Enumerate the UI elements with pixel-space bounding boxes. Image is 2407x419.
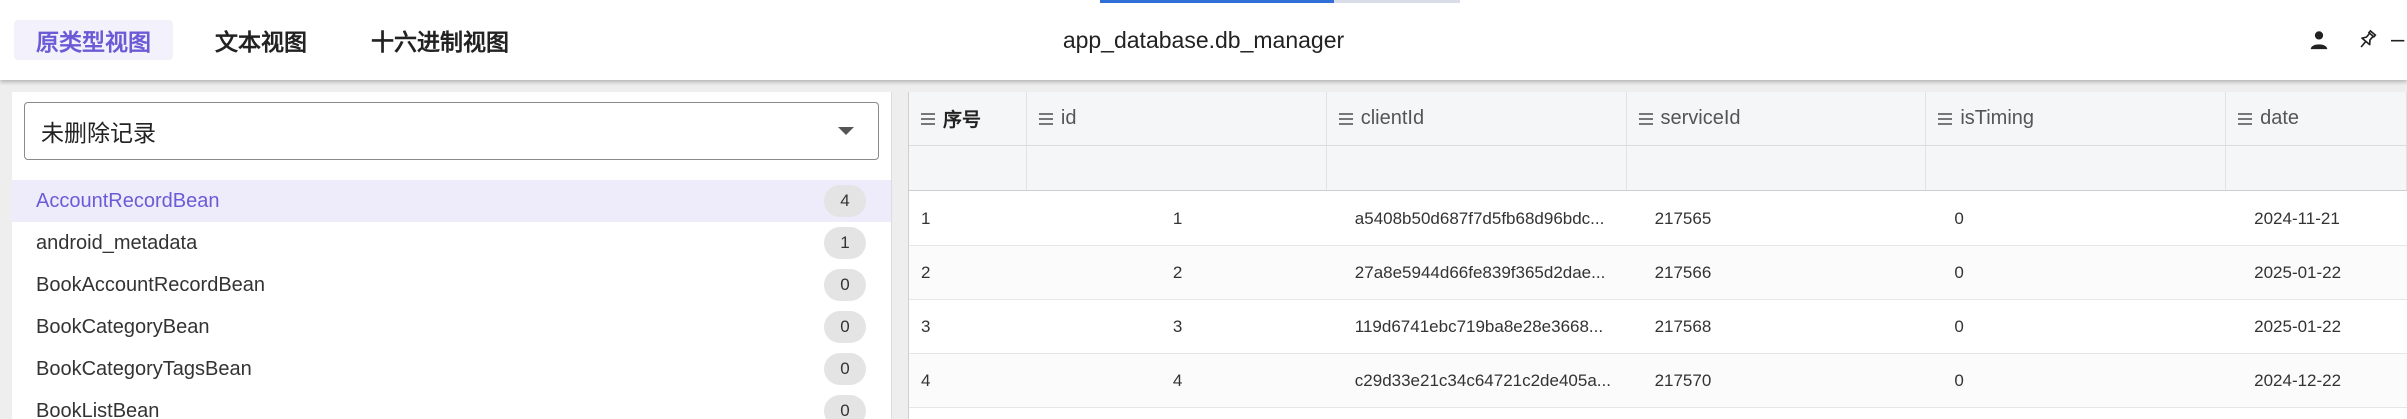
cell-date[interactable]: 2025-01-22 [2226, 300, 2407, 353]
column-filter-cell[interactable] [2226, 146, 2407, 190]
cell-serviceid[interactable]: 217570 [1627, 354, 1927, 407]
cell-id[interactable]: 3 [1027, 300, 1327, 353]
top-bar: 原类型视图 文本视图 十六进制视图 app_database.db_manage… [0, 0, 2407, 80]
table-name: BookAccountRecordBean [36, 273, 266, 296]
cell-istiming[interactable]: 0 [1926, 300, 2226, 353]
column-header-serviceid[interactable]: serviceId [1627, 92, 1927, 145]
column-filter-cell[interactable] [1327, 146, 1627, 190]
column-header-index[interactable]: 序号 [909, 92, 1027, 145]
cell-istiming[interactable]: 0 [1926, 192, 2226, 245]
table-row[interactable]: 1 1 a5408b50d687f7d5fb68d96bdc... 217565… [909, 192, 2407, 246]
cell-clientid[interactable]: a5408b50d687f7d5fb68d96bdc... [1327, 192, 1627, 245]
table-list-item[interactable]: BookAccountRecordBean 0 [12, 264, 891, 306]
overflow-icon[interactable]: – [2391, 26, 2407, 54]
grid-header: 序号 id clientId serviceId isTiming date [909, 92, 2407, 146]
pin-button[interactable] [2343, 16, 2391, 64]
page-title-text: app_database.db_manager [1062, 26, 1345, 53]
tab-raw-type-view[interactable]: 原类型视图 [14, 20, 173, 60]
table-row[interactable]: 4 4 c29d33e21c34c64721c2de405a... 217570… [909, 354, 2407, 408]
column-menu-icon[interactable] [2238, 112, 2253, 125]
account-button[interactable] [2295, 16, 2343, 64]
row-count-badge: 0 [824, 269, 866, 301]
column-header-label: 序号 [943, 109, 982, 131]
cell-index[interactable]: 2 [909, 246, 1027, 299]
chevron-down-icon [838, 127, 854, 135]
table-name: android_metadata [36, 231, 198, 254]
table-list-item[interactable]: BookCategoryBean 0 [12, 306, 891, 348]
row-count-badge: 0 [824, 353, 866, 385]
cell-index[interactable]: 3 [909, 300, 1027, 353]
tab-text-view[interactable]: 文本视图 [193, 20, 329, 60]
row-count-badge: 1 [824, 227, 866, 259]
column-filter-cell[interactable] [1627, 146, 1927, 190]
cell-istiming[interactable]: 0 [1926, 246, 2226, 299]
table-name: BookCategoryBean [36, 315, 210, 338]
cell-serviceid[interactable]: 217566 [1627, 246, 1927, 299]
table-list-item[interactable]: AccountRecordBean 4 [12, 180, 891, 222]
view-tabs: 原类型视图 文本视图 十六进制视图 [14, 0, 551, 80]
table-name: BookCategoryTagsBean [36, 357, 252, 380]
column-filter-cell[interactable] [1926, 146, 2227, 190]
row-count-badge: 0 [824, 311, 866, 343]
cell-index[interactable]: 1 [909, 192, 1027, 245]
column-filter-cell[interactable] [909, 146, 1027, 190]
column-menu-icon[interactable] [1338, 112, 1353, 125]
column-header-id[interactable]: id [1027, 92, 1327, 145]
column-header-label: date [2260, 107, 2300, 129]
table-row[interactable]: 2 2 27a8e5944d66fe839f365d2dae... 217566… [909, 246, 2407, 300]
header-actions: – [2295, 0, 2407, 80]
cell-istiming[interactable]: 0 [1926, 354, 2226, 407]
table-row[interactable]: 3 3 119d6741ebc719ba8e28e3668... 217568 … [909, 300, 2407, 354]
table-sidebar: 未删除记录 AccountRecordBean 4 android_metada… [12, 92, 892, 419]
pin-icon [2360, 29, 2377, 48]
cell-clientid[interactable]: 119d6741ebc719ba8e28e3668... [1327, 300, 1627, 353]
cell-index[interactable]: 4 [909, 354, 1027, 407]
cell-clientid[interactable]: c29d33e21c34c64721c2de405a... [1327, 354, 1627, 407]
table-list-item[interactable]: android_metadata 1 [12, 222, 891, 264]
grid-filter-row [909, 146, 2407, 191]
data-grid: 序号 id clientId serviceId isTiming date 1… [908, 92, 2407, 419]
loading-progress-fill [1100, 0, 1334, 3]
cell-id[interactable]: 4 [1027, 354, 1327, 407]
table-list-item[interactable]: BookListBean 0 [12, 390, 891, 419]
column-header-date[interactable]: date [2226, 92, 2407, 145]
table-list-item[interactable]: BookCategoryTagsBean 0 [12, 348, 891, 390]
cell-id[interactable]: 1 [1027, 192, 1327, 245]
column-menu-icon[interactable] [1038, 112, 1053, 125]
table-list: AccountRecordBean 4 android_metadata 1 B… [12, 180, 891, 419]
column-filter-cell[interactable] [1027, 146, 1327, 190]
record-filter-value: 未删除记录 [41, 121, 156, 147]
column-menu-icon[interactable] [921, 112, 935, 125]
cell-date[interactable]: 2024-11-21 [2226, 192, 2407, 245]
column-header-istiming[interactable]: isTiming [1926, 92, 2227, 145]
cell-serviceid[interactable]: 217568 [1627, 300, 1927, 353]
cell-date[interactable]: 2025-01-22 [2226, 246, 2407, 299]
cell-serviceid[interactable]: 217565 [1627, 192, 1927, 245]
row-count-badge: 4 [824, 185, 866, 217]
column-header-clientid[interactable]: clientId [1327, 92, 1627, 145]
loading-progress [1100, 0, 1460, 3]
table-name: BookListBean [36, 399, 160, 419]
column-menu-icon[interactable] [1638, 112, 1653, 125]
column-header-label: isTiming [1960, 107, 2035, 129]
cell-date[interactable]: 2024-12-22 [2226, 354, 2407, 407]
table-name: AccountRecordBean [36, 189, 220, 212]
record-filter-select[interactable]: 未删除记录 [24, 102, 879, 160]
tab-hex-view[interactable]: 十六进制视图 [349, 20, 531, 60]
column-header-label: id [1060, 107, 1077, 129]
person-icon [2310, 31, 2328, 50]
row-count-badge: 0 [824, 395, 866, 419]
column-header-label: serviceId [1660, 107, 1741, 129]
grid-body: 1 1 a5408b50d687f7d5fb68d96bdc... 217565… [909, 192, 2407, 408]
column-menu-icon[interactable] [1938, 112, 1953, 125]
cell-id[interactable]: 2 [1027, 246, 1327, 299]
cell-clientid[interactable]: 27a8e5944d66fe839f365d2dae... [1327, 246, 1627, 299]
column-header-label: clientId [1360, 107, 1425, 129]
